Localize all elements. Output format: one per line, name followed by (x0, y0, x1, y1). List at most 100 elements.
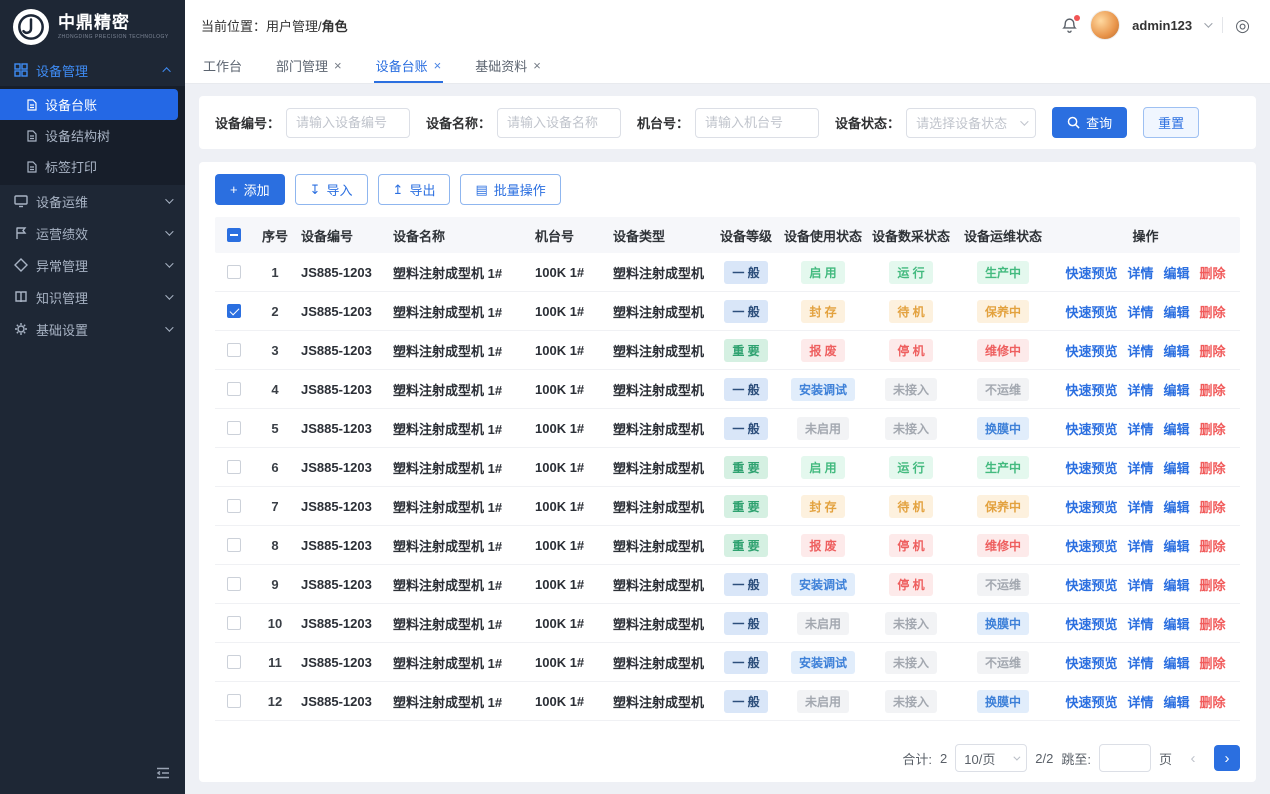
close-icon[interactable]: × (434, 58, 442, 73)
action-quick-preview[interactable]: 快速预览 (1065, 458, 1117, 477)
action-detail[interactable]: 详情 (1127, 263, 1153, 282)
action-quick-preview[interactable]: 快速预览 (1065, 692, 1117, 711)
action-edit[interactable]: 编辑 (1164, 614, 1190, 633)
action-quick-preview[interactable]: 快速预览 (1065, 263, 1117, 282)
sidebar-item-label-printing[interactable]: 标签打印 (0, 151, 185, 182)
row-checkbox[interactable] (227, 421, 241, 435)
action-delete[interactable]: 删除 (1200, 458, 1226, 477)
action-delete[interactable]: 删除 (1200, 419, 1226, 438)
tab-workbench[interactable]: 工作台 (201, 50, 244, 83)
action-quick-preview[interactable]: 快速预览 (1065, 653, 1117, 672)
add-button[interactable]: + 添加 (215, 174, 285, 205)
row-index: 1 (253, 265, 297, 280)
row-checkbox[interactable] (227, 382, 241, 396)
action-edit[interactable]: 编辑 (1164, 692, 1190, 711)
action-edit[interactable]: 编辑 (1164, 536, 1190, 555)
daq-status-badge: 未接入 (885, 378, 937, 401)
action-delete[interactable]: 删除 (1200, 536, 1226, 555)
action-delete[interactable]: 删除 (1200, 653, 1226, 672)
device-type-cell: 塑料注射成型机 (609, 692, 713, 711)
action-edit[interactable]: 编辑 (1164, 458, 1190, 477)
row-checkbox[interactable] (227, 304, 241, 318)
action-edit[interactable]: 编辑 (1164, 263, 1190, 282)
sidebar-item-basic-settings[interactable]: 基础设置 (0, 313, 185, 345)
action-edit[interactable]: 编辑 (1164, 380, 1190, 399)
action-delete[interactable]: 删除 (1200, 302, 1226, 321)
action-detail[interactable]: 详情 (1127, 536, 1153, 555)
action-edit[interactable]: 编辑 (1164, 302, 1190, 321)
row-checkbox[interactable] (227, 499, 241, 513)
action-quick-preview[interactable]: 快速预览 (1065, 380, 1117, 399)
search-button[interactable]: 查询 (1052, 107, 1127, 138)
select-all-checkbox[interactable] (227, 228, 241, 242)
sidebar-item-device-ops[interactable]: 设备运维 (0, 185, 185, 217)
action-delete[interactable]: 删除 (1200, 692, 1226, 711)
action-delete[interactable]: 删除 (1200, 575, 1226, 594)
tab-device-ledger[interactable]: 设备台账 × (374, 50, 444, 83)
notification-bell-icon[interactable] (1061, 17, 1078, 34)
action-quick-preview[interactable]: 快速预览 (1065, 575, 1117, 594)
tab-department-management[interactable]: 部门管理 × (274, 50, 344, 83)
action-detail[interactable]: 详情 (1127, 302, 1153, 321)
row-checkbox[interactable] (227, 577, 241, 591)
batch-operation-button[interactable]: ▤ 批量操作 (460, 174, 560, 205)
device-name-input[interactable] (497, 108, 621, 138)
import-button[interactable]: ↧ 导入 (295, 174, 368, 205)
action-delete[interactable]: 删除 (1200, 380, 1226, 399)
action-delete[interactable]: 删除 (1200, 263, 1226, 282)
sidebar-item-device-management[interactable]: 设备管理 (0, 54, 185, 86)
sidebar-item-knowledge-management[interactable]: 知识管理 (0, 281, 185, 313)
tab-basic-data[interactable]: 基础资料 × (473, 50, 543, 83)
close-icon[interactable]: × (533, 58, 541, 73)
jump-page-input[interactable] (1099, 744, 1151, 772)
prev-page-button[interactable]: ‹ (1180, 745, 1206, 771)
action-detail[interactable]: 详情 (1127, 458, 1153, 477)
action-edit[interactable]: 编辑 (1164, 497, 1190, 516)
action-detail[interactable]: 详情 (1127, 653, 1153, 672)
target-icon[interactable]: ◎ (1235, 17, 1250, 34)
action-edit[interactable]: 编辑 (1164, 341, 1190, 360)
sidebar-item-exception-management[interactable]: 异常管理 (0, 249, 185, 281)
action-detail[interactable]: 详情 (1127, 614, 1153, 633)
action-detail[interactable]: 详情 (1127, 380, 1153, 399)
action-edit[interactable]: 编辑 (1164, 575, 1190, 594)
avatar[interactable] (1090, 10, 1120, 40)
action-delete[interactable]: 删除 (1200, 497, 1226, 516)
machine-no-input[interactable] (695, 108, 819, 138)
sidebar-item-device-structure-tree[interactable]: 设备结构树 (0, 120, 185, 151)
collapse-sidebar-icon[interactable] (155, 766, 171, 780)
action-detail[interactable]: 详情 (1127, 575, 1153, 594)
sidebar-item-device-ledger[interactable]: 设备台账 (0, 89, 178, 120)
action-delete[interactable]: 删除 (1200, 341, 1226, 360)
action-quick-preview[interactable]: 快速预览 (1065, 341, 1117, 360)
action-detail[interactable]: 详情 (1127, 341, 1153, 360)
action-edit[interactable]: 编辑 (1164, 419, 1190, 438)
action-detail[interactable]: 详情 (1127, 497, 1153, 516)
row-checkbox[interactable] (227, 694, 241, 708)
row-checkbox[interactable] (227, 655, 241, 669)
action-quick-preview[interactable]: 快速预览 (1065, 497, 1117, 516)
action-detail[interactable]: 详情 (1127, 692, 1153, 711)
row-checkbox[interactable] (227, 265, 241, 279)
action-quick-preview[interactable]: 快速预览 (1065, 419, 1117, 438)
action-delete[interactable]: 删除 (1200, 614, 1226, 633)
export-button[interactable]: ↥ 导出 (378, 174, 451, 205)
close-icon[interactable]: × (334, 58, 342, 73)
row-checkbox[interactable] (227, 538, 241, 552)
action-quick-preview[interactable]: 快速预览 (1065, 302, 1117, 321)
action-edit[interactable]: 编辑 (1164, 653, 1190, 672)
action-quick-preview[interactable]: 快速预览 (1065, 614, 1117, 633)
row-checkbox[interactable] (227, 616, 241, 630)
level-badge: 一 般 (724, 378, 767, 401)
sidebar-item-operation-performance[interactable]: 运营绩效 (0, 217, 185, 249)
device-code-input[interactable] (286, 108, 410, 138)
user-menu-chevron-icon[interactable] (1204, 19, 1212, 27)
next-page-button[interactable]: › (1214, 745, 1240, 771)
device-status-select[interactable]: 请选择设备状态 (906, 108, 1036, 138)
action-detail[interactable]: 详情 (1127, 419, 1153, 438)
reset-button[interactable]: 重置 (1143, 107, 1199, 138)
page-size-select[interactable]: 10/页 (955, 744, 1027, 772)
action-quick-preview[interactable]: 快速预览 (1065, 536, 1117, 555)
row-checkbox[interactable] (227, 460, 241, 474)
row-checkbox[interactable] (227, 343, 241, 357)
